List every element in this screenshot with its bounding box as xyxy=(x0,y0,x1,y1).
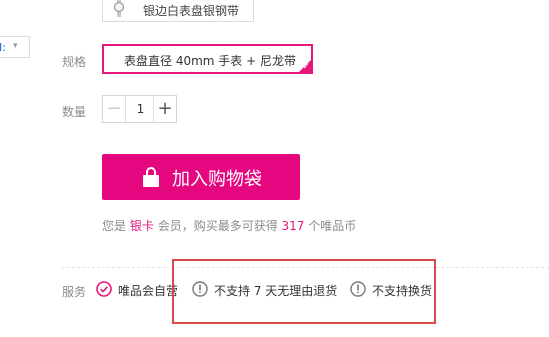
spec-option-label: 表盘直径 40mm 手表 + 尼龙带 xyxy=(124,54,296,68)
quantity-value[interactable]: 1 xyxy=(126,96,155,122)
member-level: 银卡 xyxy=(129,219,154,233)
color-option[interactable]: 银边白表盘银钢带 xyxy=(102,0,254,22)
services-label: 服务 xyxy=(62,285,87,299)
chevron-down-icon: ▾ xyxy=(13,41,18,51)
check-circle-icon xyxy=(96,281,112,297)
member-info: 您是 银卡 会员，购买最多可获得 317 个唯品币 xyxy=(102,217,356,234)
service-self-operated: 唯品会自营 xyxy=(118,284,179,298)
member-middle: 会员，购买最多可获得 xyxy=(157,219,278,233)
shopping-bag-icon xyxy=(143,167,159,187)
check-icon: ✓ xyxy=(302,62,310,72)
highlight-box xyxy=(172,259,436,324)
spec-label: 规格 xyxy=(62,55,87,69)
filter-dropdown-value: I: xyxy=(0,41,6,54)
color-option-label: 银边白表盘银钢带 xyxy=(143,4,240,18)
add-to-bag-button[interactable]: 加入购物袋 xyxy=(102,154,300,200)
watch-thumbnail-icon xyxy=(113,0,125,17)
spec-option-selected[interactable]: 表盘直径 40mm 手表 + 尼龙带 ✓ xyxy=(102,44,313,74)
member-points: 317 xyxy=(281,219,305,233)
quantity-label: 数量 xyxy=(62,105,87,119)
quantity-stepper[interactable]: − 1 + xyxy=(102,95,177,123)
add-to-bag-label: 加入购物袋 xyxy=(172,169,262,190)
member-suffix: 个唯品币 xyxy=(308,219,357,233)
decrease-button[interactable]: − xyxy=(103,96,126,122)
filter-dropdown[interactable]: I: ▾ xyxy=(0,36,30,58)
member-prefix: 您是 xyxy=(102,219,127,233)
increase-button[interactable]: + xyxy=(153,96,176,122)
